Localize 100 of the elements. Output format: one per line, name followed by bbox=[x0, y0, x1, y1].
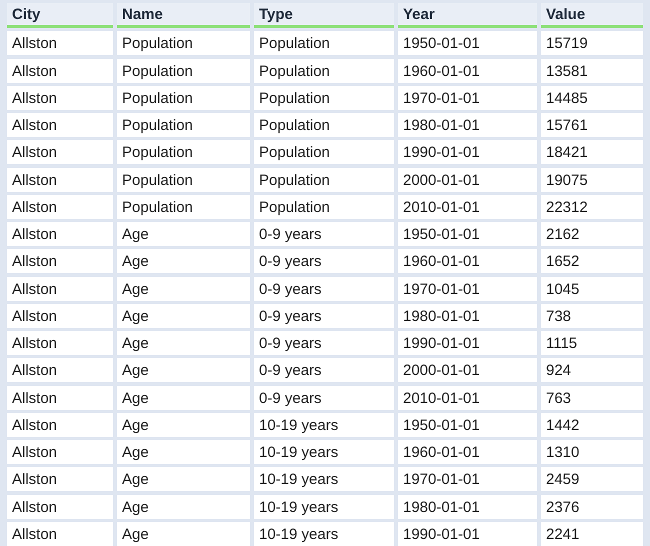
table-cell: Population bbox=[254, 140, 394, 164]
table-cell: Age bbox=[117, 249, 250, 274]
table-cell: 0-9 years bbox=[254, 222, 394, 246]
table-cell: 2000-01-01 bbox=[398, 358, 537, 382]
table-cell: 2010-01-01 bbox=[398, 194, 537, 219]
table-cell: 1045 bbox=[541, 276, 643, 300]
table-cell: Population bbox=[254, 86, 394, 110]
table-cell: 0-9 years bbox=[254, 386, 394, 410]
table-cell: 738 bbox=[541, 304, 643, 328]
table-cell: 1652 bbox=[541, 249, 643, 274]
table-cell: Allston bbox=[7, 249, 113, 274]
table-cell: Allston bbox=[7, 304, 113, 328]
table-cell: 1115 bbox=[541, 331, 643, 355]
table-cell: 1950-01-01 bbox=[398, 412, 537, 437]
table-cell: Allston bbox=[7, 440, 113, 464]
table-cell: Age bbox=[117, 467, 250, 492]
table-cell: Population bbox=[117, 113, 250, 137]
table-cell: 1990-01-01 bbox=[398, 140, 537, 164]
table-cell: 22312 bbox=[541, 194, 643, 219]
table-cell: 0-9 years bbox=[254, 358, 394, 382]
table-cell: 1310 bbox=[541, 440, 643, 464]
table-cell: 18421 bbox=[541, 140, 643, 164]
table-cell: 0-9 years bbox=[254, 304, 394, 328]
table-cell: 19075 bbox=[541, 168, 643, 192]
table-cell: Allston bbox=[7, 86, 113, 110]
table-cell: 2459 bbox=[541, 467, 643, 492]
column-header[interactable]: Year bbox=[398, 3, 537, 28]
table-cell: 1960-01-01 bbox=[398, 249, 537, 274]
table-cell: Allston bbox=[7, 467, 113, 492]
table-cell: 2010-01-01 bbox=[398, 386, 537, 410]
table-cell: Allston bbox=[7, 522, 113, 546]
table-cell: 1950-01-01 bbox=[398, 222, 537, 246]
table-cell: Age bbox=[117, 440, 250, 464]
table-cell: Allston bbox=[7, 194, 113, 219]
table-cell: 1970-01-01 bbox=[398, 467, 537, 492]
table-cell: Allston bbox=[7, 140, 113, 164]
table-cell: 10-19 years bbox=[254, 467, 394, 492]
table-cell: 1960-01-01 bbox=[398, 440, 537, 464]
column-header[interactable]: Type bbox=[254, 3, 394, 28]
table-cell: Age bbox=[117, 494, 250, 518]
table-cell: Age bbox=[117, 331, 250, 355]
table-cell: Allston bbox=[7, 412, 113, 437]
table-cell: Population bbox=[117, 140, 250, 164]
table-cell: Age bbox=[117, 276, 250, 300]
table-cell: 1990-01-01 bbox=[398, 522, 537, 546]
table-cell: Population bbox=[117, 31, 250, 56]
table-cell: 15719 bbox=[541, 31, 643, 56]
table-cell: Allston bbox=[7, 222, 113, 246]
table-cell: Allston bbox=[7, 113, 113, 137]
table-cell: 15761 bbox=[541, 113, 643, 137]
table-cell: Age bbox=[117, 386, 250, 410]
table-cell: 763 bbox=[541, 386, 643, 410]
table-cell: 2241 bbox=[541, 522, 643, 546]
table-cell: Population bbox=[254, 194, 394, 219]
column-header[interactable]: City bbox=[7, 3, 113, 28]
table-cell: Allston bbox=[7, 331, 113, 355]
table-cell: Allston bbox=[7, 494, 113, 518]
table-cell: 0-9 years bbox=[254, 276, 394, 300]
table-cell: 13581 bbox=[541, 58, 643, 82]
column-header[interactable]: Value bbox=[541, 3, 643, 28]
table-cell: 1442 bbox=[541, 412, 643, 437]
table-cell: 2000-01-01 bbox=[398, 168, 537, 192]
table-cell: 1970-01-01 bbox=[398, 86, 537, 110]
table-cell: Population bbox=[254, 31, 394, 56]
table-cell: 10-19 years bbox=[254, 412, 394, 437]
table-cell: 1980-01-01 bbox=[398, 494, 537, 518]
table-cell: Age bbox=[117, 412, 250, 437]
table-cell: 1980-01-01 bbox=[398, 304, 537, 328]
table-cell: Allston bbox=[7, 58, 113, 82]
table-cell: 1950-01-01 bbox=[398, 31, 537, 56]
table-cell: Population bbox=[117, 168, 250, 192]
table-cell: Allston bbox=[7, 386, 113, 410]
table-cell: Allston bbox=[7, 31, 113, 56]
table-cell: Population bbox=[117, 194, 250, 219]
table-cell: Age bbox=[117, 222, 250, 246]
table-cell: 10-19 years bbox=[254, 440, 394, 464]
table-cell: 1980-01-01 bbox=[398, 113, 537, 137]
table-cell: 1970-01-01 bbox=[398, 276, 537, 300]
table-cell: 2376 bbox=[541, 494, 643, 518]
table-cell: Age bbox=[117, 304, 250, 328]
table-cell: Age bbox=[117, 522, 250, 546]
column-header[interactable]: Name bbox=[117, 3, 250, 28]
table-cell: Population bbox=[254, 113, 394, 137]
table-cell: Population bbox=[254, 168, 394, 192]
table-cell: 10-19 years bbox=[254, 522, 394, 546]
table-cell: 0-9 years bbox=[254, 331, 394, 355]
table-cell: Allston bbox=[7, 358, 113, 382]
table-cell: Allston bbox=[7, 168, 113, 192]
table-cell: Age bbox=[117, 358, 250, 382]
table-cell: 10-19 years bbox=[254, 494, 394, 518]
table-cell: 924 bbox=[541, 358, 643, 382]
table-cell: 1960-01-01 bbox=[398, 58, 537, 82]
table-cell: 14485 bbox=[541, 86, 643, 110]
table-cell: 0-9 years bbox=[254, 249, 394, 274]
table-cell: Allston bbox=[7, 276, 113, 300]
table-cell: Population bbox=[117, 86, 250, 110]
table-cell: Population bbox=[254, 58, 394, 82]
table-cell: 1990-01-01 bbox=[398, 331, 537, 355]
table-cell: Population bbox=[117, 58, 250, 82]
table-cell: 2162 bbox=[541, 222, 643, 246]
